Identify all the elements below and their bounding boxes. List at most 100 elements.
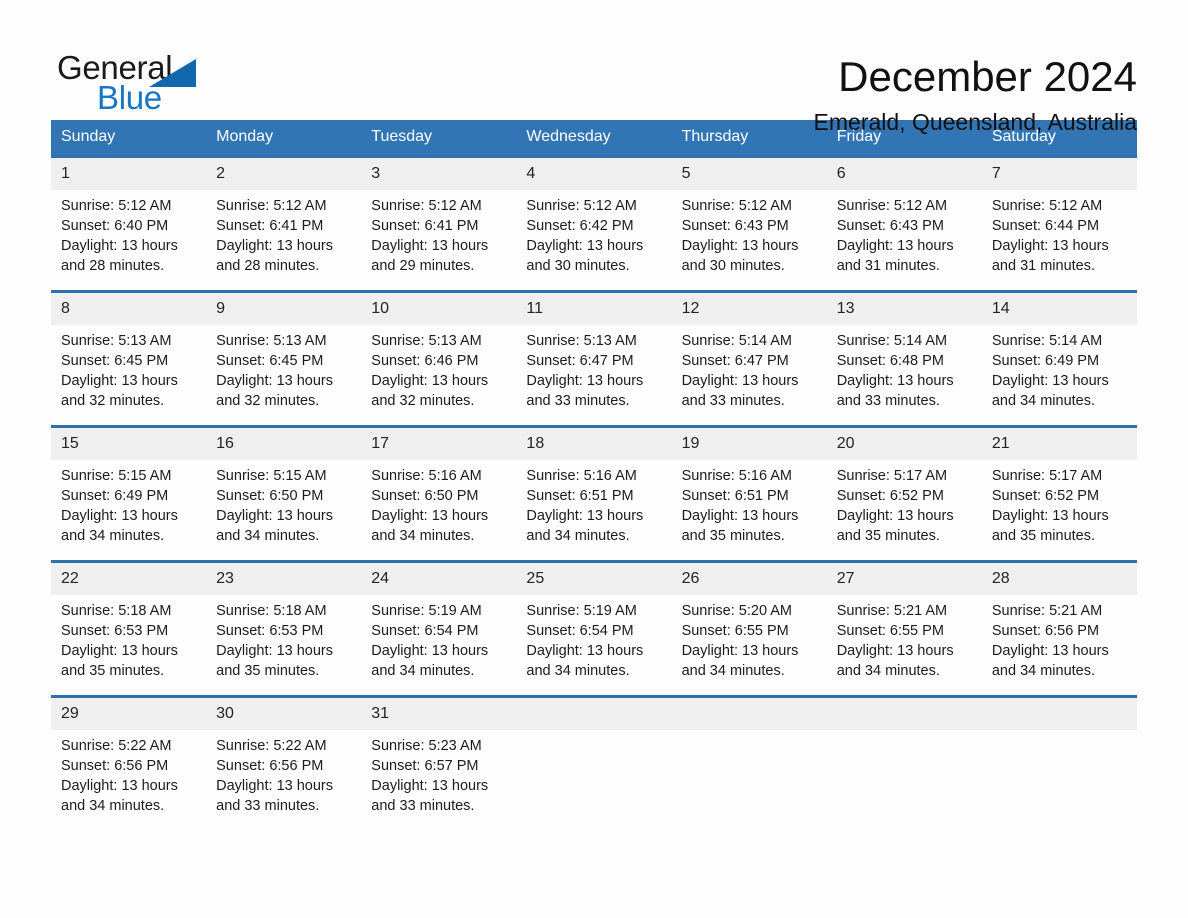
sunset-text: Sunset: 6:42 PM [526, 218, 634, 234]
day-number[interactable]: 7 [982, 158, 1137, 190]
day-number[interactable]: 22 [51, 563, 206, 595]
daylight-text-line2: and 34 minutes. [61, 798, 165, 814]
day-cell[interactable]: Sunrise: 5:18 AM Sunset: 6:53 PM Dayligh… [206, 595, 361, 695]
day-cell[interactable]: Sunrise: 5:17 AM Sunset: 6:52 PM Dayligh… [827, 460, 982, 560]
day-cell[interactable]: Sunrise: 5:14 AM Sunset: 6:48 PM Dayligh… [827, 325, 982, 425]
sunrise-text: Sunrise: 5:13 AM [61, 333, 172, 349]
day-cell[interactable]: Sunrise: 5:12 AM Sunset: 6:43 PM Dayligh… [672, 190, 827, 290]
sunset-text: Sunset: 6:43 PM [681, 218, 789, 234]
sunset-text: Sunset: 6:55 PM [836, 623, 944, 639]
generalblue-logo[interactable]: General Blue [57, 50, 203, 116]
sunset-text: Sunset: 6:47 PM [526, 353, 634, 369]
daylight-text-line1: Daylight: 13 hours [681, 238, 799, 254]
daylight-text-line1: Daylight: 13 hours [216, 643, 334, 659]
day-number[interactable]: 26 [672, 563, 827, 595]
day-number[interactable]: 31 [361, 698, 516, 730]
sunset-text: Sunset: 6:53 PM [216, 623, 324, 639]
day-cell[interactable]: Sunrise: 5:22 AM Sunset: 6:56 PM Dayligh… [206, 730, 361, 830]
sunrise-text: Sunrise: 5:12 AM [991, 198, 1103, 214]
day-cell[interactable]: Sunrise: 5:18 AM Sunset: 6:53 PM Dayligh… [51, 595, 206, 695]
sunset-text: Sunset: 6:56 PM [991, 623, 1100, 639]
day-cell[interactable]: Sunrise: 5:13 AM Sunset: 6:45 PM Dayligh… [206, 325, 361, 425]
sunrise-text: Sunrise: 5:18 AM [216, 603, 327, 619]
day-number[interactable]: 15 [51, 428, 206, 460]
day-number[interactable]: 21 [982, 428, 1137, 460]
daylight-text-line2: and 30 minutes. [526, 258, 630, 274]
day-cell[interactable]: Sunrise: 5:17 AM Sunset: 6:52 PM Dayligh… [982, 460, 1137, 560]
daylight-text-line2: and 33 minutes. [836, 393, 940, 409]
day-number[interactable]: 8 [51, 293, 206, 325]
sunrise-text: Sunrise: 5:14 AM [681, 333, 792, 349]
day-cell[interactable]: Sunrise: 5:12 AM Sunset: 6:42 PM Dayligh… [516, 190, 671, 290]
day-number[interactable]: 14 [982, 293, 1137, 325]
day-cell[interactable]: Sunrise: 5:12 AM Sunset: 6:44 PM Dayligh… [982, 190, 1137, 290]
day-cell[interactable]: Sunrise: 5:13 AM Sunset: 6:47 PM Dayligh… [516, 325, 671, 425]
daylight-text-line1: Daylight: 13 hours [681, 643, 799, 659]
day-cell[interactable]: Sunrise: 5:14 AM Sunset: 6:47 PM Dayligh… [672, 325, 827, 425]
daylight-text-line1: Daylight: 13 hours [216, 238, 334, 254]
day-cell[interactable]: Sunrise: 5:12 AM Sunset: 6:40 PM Dayligh… [51, 190, 206, 290]
day-cell[interactable]: Sunrise: 5:13 AM Sunset: 6:46 PM Dayligh… [361, 325, 516, 425]
day-cell[interactable]: Sunrise: 5:12 AM Sunset: 6:41 PM Dayligh… [361, 190, 516, 290]
day-cell[interactable]: Sunrise: 5:16 AM Sunset: 6:51 PM Dayligh… [672, 460, 827, 560]
day-number[interactable]: 27 [827, 563, 982, 595]
day-cell[interactable]: Sunrise: 5:15 AM Sunset: 6:49 PM Dayligh… [51, 460, 206, 560]
day-cell[interactable]: Sunrise: 5:13 AM Sunset: 6:45 PM Dayligh… [51, 325, 206, 425]
day-number[interactable]: 25 [516, 563, 671, 595]
day-cell[interactable]: Sunrise: 5:23 AM Sunset: 6:57 PM Dayligh… [361, 730, 516, 830]
day-number[interactable]: 17 [361, 428, 516, 460]
sunrise-text: Sunrise: 5:12 AM [526, 198, 637, 214]
week-detail-band: Sunrise: 5:18 AM Sunset: 6:53 PM Dayligh… [51, 595, 1137, 695]
day-cell[interactable]: Sunrise: 5:19 AM Sunset: 6:54 PM Dayligh… [516, 595, 671, 695]
day-cell[interactable]: Sunrise: 5:20 AM Sunset: 6:55 PM Dayligh… [672, 595, 827, 695]
day-number[interactable]: 18 [516, 428, 671, 460]
day-number[interactable]: 1 [51, 158, 206, 190]
day-cell[interactable]: Sunrise: 5:15 AM Sunset: 6:50 PM Dayligh… [206, 460, 361, 560]
sunrise-text: Sunrise: 5:22 AM [216, 738, 327, 754]
day-number[interactable]: 5 [672, 158, 827, 190]
calendar-week-row: 29 30 31 Sunrise: 5:22 AM Sunset: 6:56 P… [51, 695, 1137, 830]
daylight-text-line2: and 34 minutes. [991, 393, 1096, 409]
day-cell[interactable]: Sunrise: 5:12 AM Sunset: 6:41 PM Dayligh… [206, 190, 361, 290]
day-number[interactable]: 11 [516, 293, 671, 325]
day-cell[interactable]: Sunrise: 5:16 AM Sunset: 6:50 PM Dayligh… [361, 460, 516, 560]
day-number[interactable]: 2 [206, 158, 361, 190]
daylight-text-line2: and 32 minutes. [216, 393, 320, 409]
daylight-text-line2: and 33 minutes. [526, 393, 630, 409]
day-cell[interactable]: Sunrise: 5:21 AM Sunset: 6:55 PM Dayligh… [827, 595, 982, 695]
sunrise-text: Sunrise: 5:13 AM [216, 333, 327, 349]
daylight-text-line2: and 33 minutes. [216, 798, 320, 814]
day-cell[interactable]: Sunrise: 5:22 AM Sunset: 6:56 PM Dayligh… [51, 730, 206, 830]
day-number[interactable]: 9 [206, 293, 361, 325]
day-cell[interactable]: Sunrise: 5:19 AM Sunset: 6:54 PM Dayligh… [361, 595, 516, 695]
day-number[interactable]: 4 [516, 158, 671, 190]
daylight-text-line2: and 34 minutes. [526, 663, 630, 679]
sunrise-text: Sunrise: 5:16 AM [371, 468, 482, 484]
day-number[interactable]: 10 [361, 293, 516, 325]
sunset-text: Sunset: 6:54 PM [371, 623, 479, 639]
day-number[interactable]: 23 [206, 563, 361, 595]
week-daynumber-band: 8 9 10 11 12 13 14 [51, 293, 1137, 325]
day-number[interactable]: 24 [361, 563, 516, 595]
daylight-text-line2: and 34 minutes. [991, 663, 1096, 679]
day-cell[interactable]: Sunrise: 5:16 AM Sunset: 6:51 PM Dayligh… [516, 460, 671, 560]
day-number[interactable]: 13 [827, 293, 982, 325]
day-cell[interactable]: Sunrise: 5:12 AM Sunset: 6:43 PM Dayligh… [827, 190, 982, 290]
day-number[interactable]: 6 [827, 158, 982, 190]
logo-text-blue: Blue [97, 79, 162, 116]
day-number[interactable]: 30 [206, 698, 361, 730]
day-number[interactable]: 29 [51, 698, 206, 730]
day-number[interactable]: 28 [982, 563, 1137, 595]
daylight-text-line1: Daylight: 13 hours [61, 643, 178, 659]
day-cell[interactable]: Sunrise: 5:21 AM Sunset: 6:56 PM Dayligh… [982, 595, 1137, 695]
sunset-text: Sunset: 6:56 PM [61, 758, 169, 774]
daylight-text-line2: and 35 minutes. [61, 663, 165, 679]
day-number[interactable]: 3 [361, 158, 516, 190]
day-cell-empty [827, 730, 982, 830]
day-number[interactable]: 12 [672, 293, 827, 325]
day-number[interactable]: 20 [827, 428, 982, 460]
day-number[interactable]: 16 [206, 428, 361, 460]
sunrise-text: Sunrise: 5:19 AM [371, 603, 482, 619]
day-cell[interactable]: Sunrise: 5:14 AM Sunset: 6:49 PM Dayligh… [982, 325, 1137, 425]
day-number[interactable]: 19 [672, 428, 827, 460]
